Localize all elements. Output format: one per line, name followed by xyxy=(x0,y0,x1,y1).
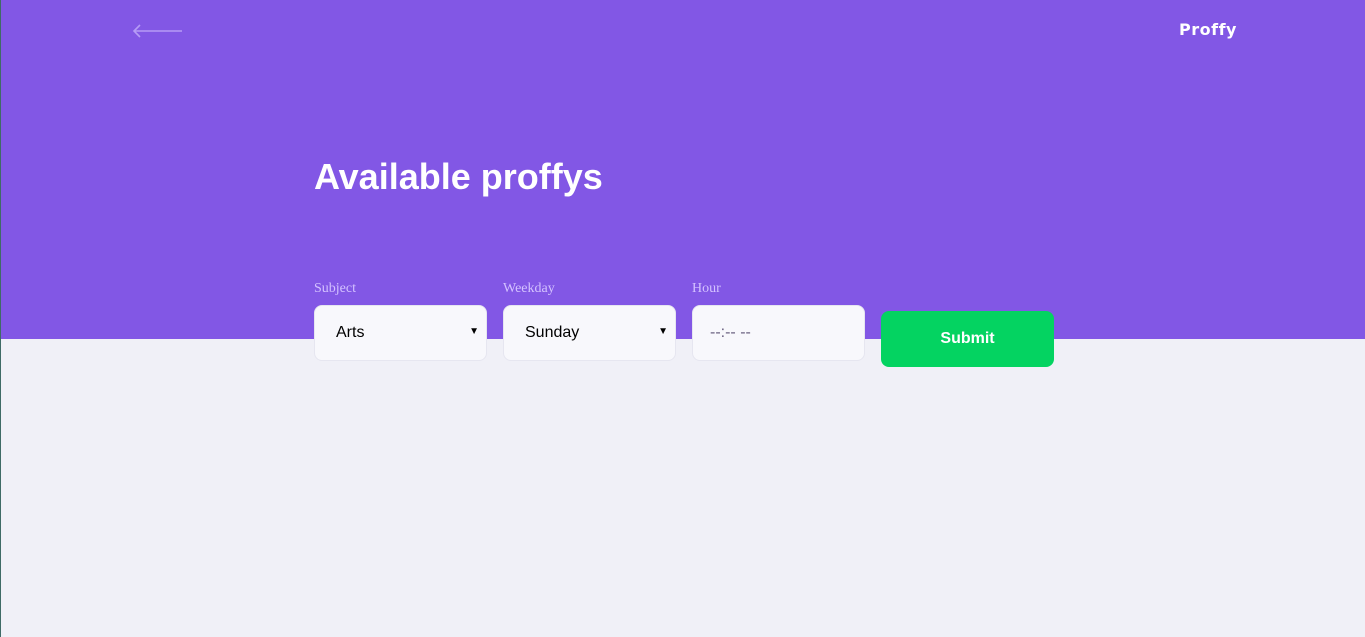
hour-field: Hour --:-- -- xyxy=(692,281,865,361)
subject-label: Subject xyxy=(314,281,356,296)
submit-button[interactable]: Submit xyxy=(881,311,1054,367)
page-title: Available proffys xyxy=(314,156,603,197)
hour-input-placeholder: --:-- -- xyxy=(710,324,751,341)
weekday-select-value: Sunday xyxy=(525,324,580,341)
page-header: Proffy Available proffys xyxy=(1,0,1365,339)
weekday-field: Weekday Sunday ▼ xyxy=(503,281,676,361)
subject-select-value: Arts xyxy=(336,324,365,341)
weekday-select[interactable]: Sunday ▼ xyxy=(503,305,676,361)
back-button[interactable] xyxy=(132,22,184,40)
subject-field: Subject Arts ▼ xyxy=(314,281,487,361)
hour-label: Hour xyxy=(692,281,721,296)
hour-input[interactable]: --:-- -- xyxy=(692,305,865,361)
weekday-label: Weekday xyxy=(503,281,555,296)
subject-select[interactable]: Arts ▼ xyxy=(314,305,487,361)
arrow-left-icon xyxy=(132,24,182,38)
caret-down-icon: ▼ xyxy=(469,326,479,337)
page: Proffy Available proffys Subject Arts ▼ … xyxy=(0,0,1365,637)
caret-down-icon: ▼ xyxy=(658,326,668,337)
logo: Proffy xyxy=(1179,20,1237,39)
